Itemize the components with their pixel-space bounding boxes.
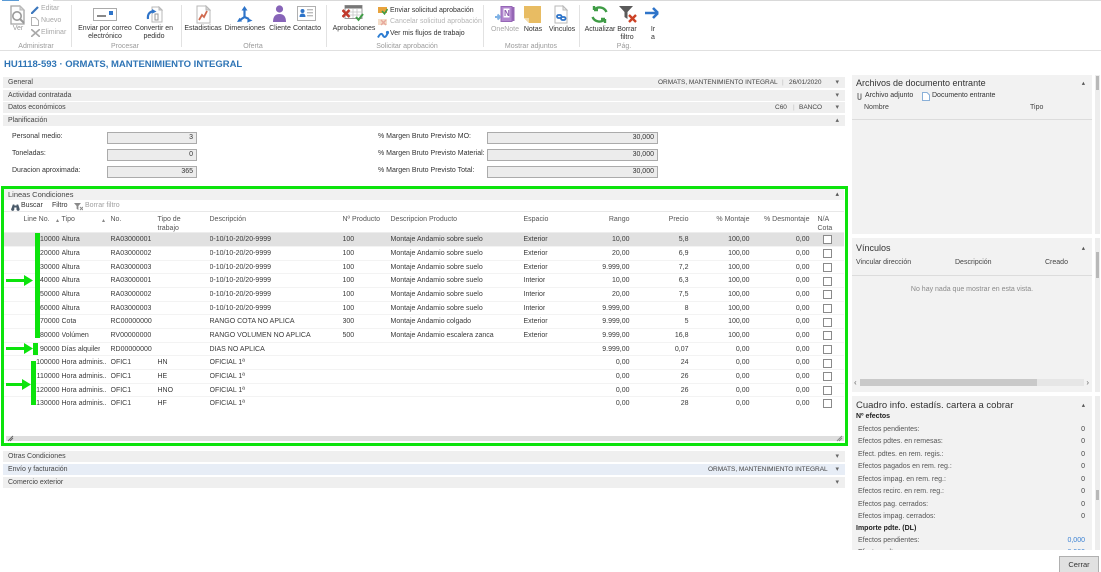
svg-text:N: N [504, 9, 510, 18]
